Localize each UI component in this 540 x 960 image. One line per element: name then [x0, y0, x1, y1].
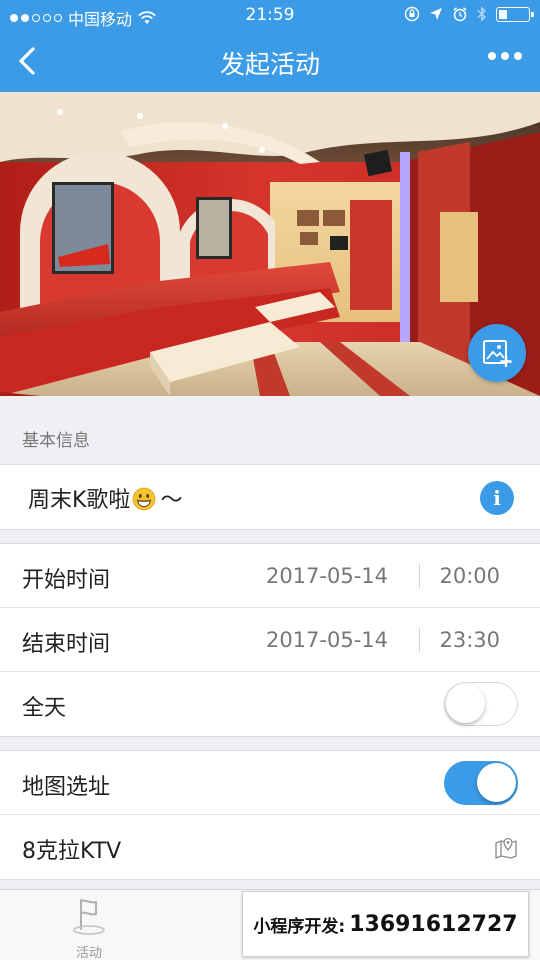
- time-group: 开始时间 2017-05-14 20:00 结束时间 2017-05-14 23…: [0, 543, 540, 737]
- dot-icon: [501, 52, 509, 60]
- start-time-value[interactable]: 20:00: [439, 564, 500, 588]
- section-title: 基本信息: [22, 431, 90, 451]
- ktv-room-illustration: [0, 92, 540, 396]
- end-time-label: 结束时间: [22, 632, 111, 657]
- start-time-row: 开始时间 2017-05-14 20:00: [0, 544, 540, 608]
- location-name: 8克拉KTV: [22, 839, 122, 864]
- status-bar: 中国移动 21:59: [0, 0, 540, 30]
- all-day-toggle[interactable]: [444, 682, 518, 726]
- event-name-text[interactable]: 周末K歌啦 ～: [28, 482, 182, 514]
- all-day-label: 全天: [22, 696, 67, 721]
- flag-icon: [73, 899, 105, 935]
- event-name: 周末K歌啦: [28, 488, 131, 513]
- tab-activity[interactable]: 活动: [58, 896, 120, 960]
- section-header: 基本信息: [0, 396, 540, 464]
- battery-icon: [496, 6, 534, 22]
- start-time-label: 开始时间: [22, 568, 111, 593]
- developer-contact-banner: 小程序开发: 13691612727: [242, 891, 529, 957]
- toggle-knob: [446, 684, 485, 723]
- event-name-group: 周末K歌啦 ～ i: [0, 464, 540, 530]
- location-arrow-icon: [430, 8, 442, 20]
- end-time-value[interactable]: 23:30: [439, 628, 500, 652]
- page-title: 发起活动: [219, 50, 320, 79]
- orientation-lock-icon: [404, 6, 420, 22]
- all-day-row: 全天: [0, 672, 540, 736]
- map-select-row: 地图选址: [0, 751, 540, 815]
- bluetooth-icon: [477, 6, 487, 22]
- image-add-icon: [483, 340, 512, 367]
- change-photo-button[interactable]: [468, 324, 526, 382]
- dot-icon: [488, 52, 496, 60]
- alarm-icon: [453, 7, 467, 22]
- info-icon[interactable]: i: [480, 481, 514, 515]
- end-date-value[interactable]: 2017-05-14: [266, 628, 388, 652]
- grinning-face-icon: [133, 487, 156, 511]
- event-name-row[interactable]: 周末K歌啦 ～ i: [0, 465, 540, 529]
- map-pin-icon[interactable]: [494, 835, 518, 859]
- toggle-knob: [477, 763, 516, 802]
- banner-phone: 13691612727: [349, 911, 518, 937]
- status-right: [404, 6, 534, 22]
- divider: [419, 564, 420, 588]
- tab-activity-label: 活动: [75, 946, 102, 960]
- location-group: 地图选址 8克拉KTV: [0, 750, 540, 880]
- cover-image: [0, 92, 540, 396]
- divider: [419, 628, 420, 652]
- banner-label: 小程序开发:: [253, 916, 346, 937]
- start-date-value[interactable]: 2017-05-14: [266, 564, 388, 588]
- map-select-label: 地图选址: [22, 775, 111, 800]
- map-select-toggle[interactable]: [444, 761, 518, 805]
- more-options-button[interactable]: [488, 52, 522, 60]
- dot-icon: [514, 52, 522, 60]
- end-time-row: 结束时间 2017-05-14 23:30: [0, 608, 540, 672]
- nav-bar: 发起活动: [0, 30, 540, 92]
- event-name-suffix: ～: [160, 488, 183, 513]
- location-row[interactable]: 8克拉KTV: [0, 815, 540, 879]
